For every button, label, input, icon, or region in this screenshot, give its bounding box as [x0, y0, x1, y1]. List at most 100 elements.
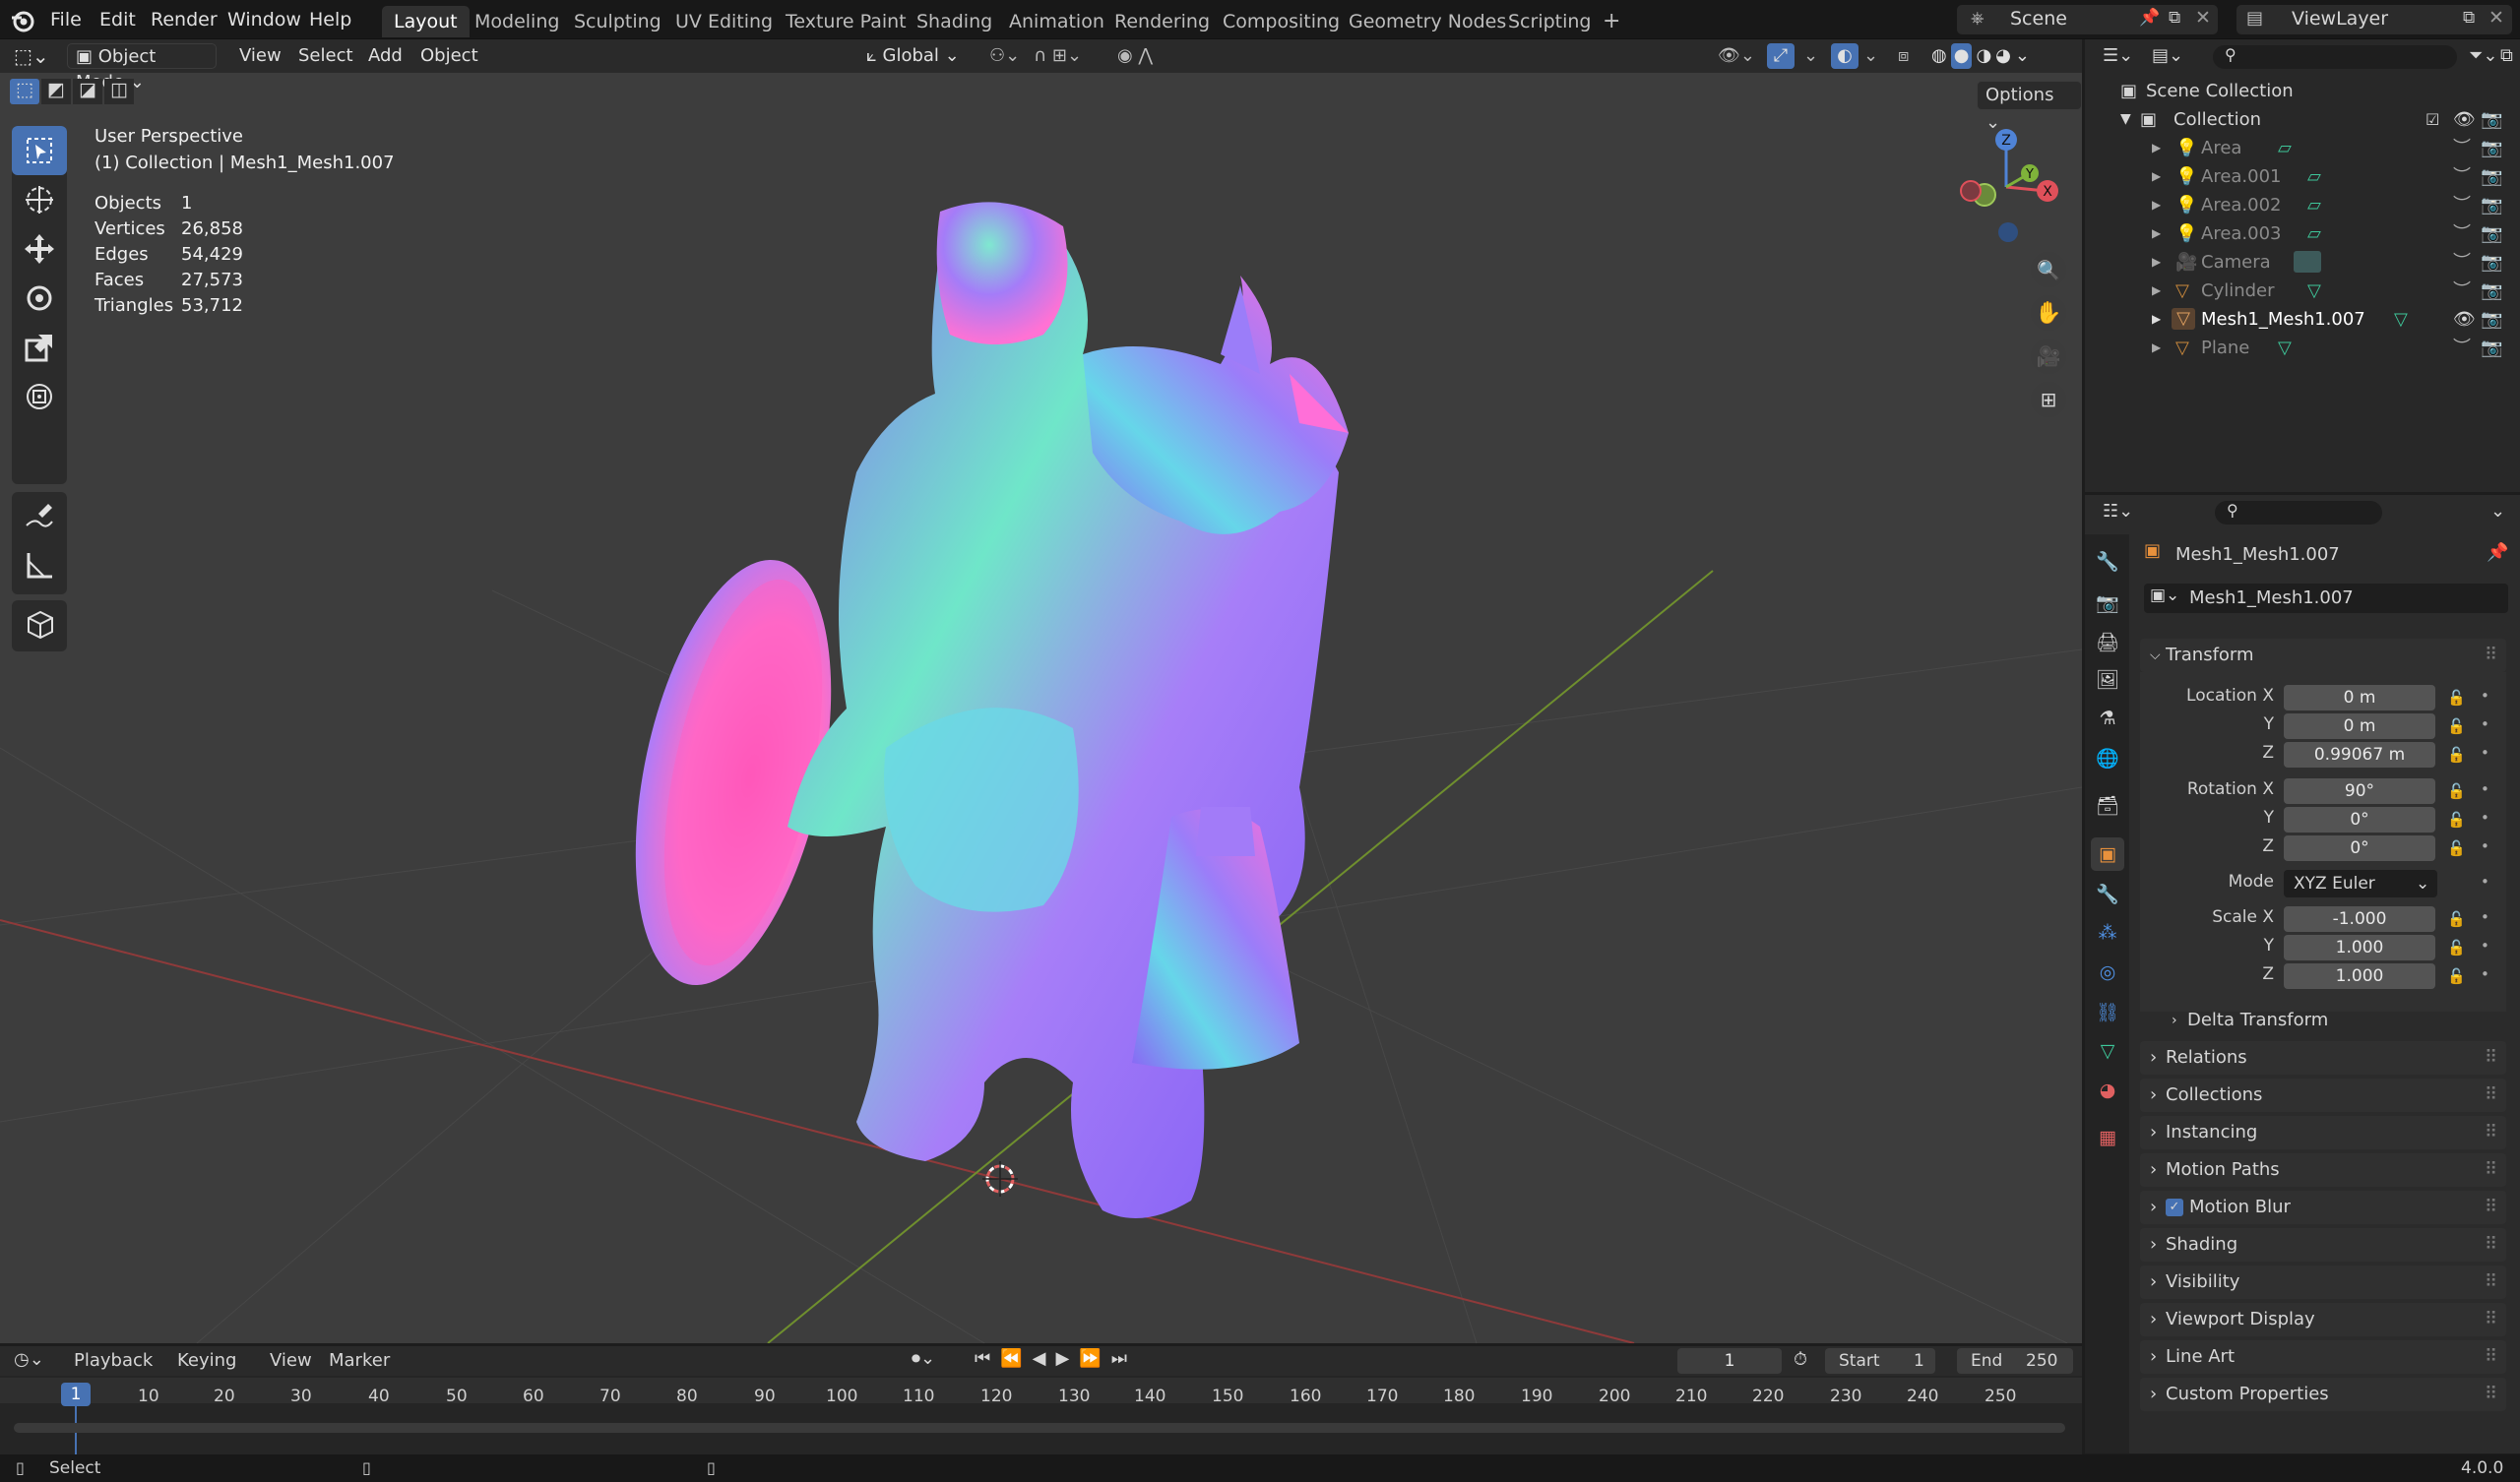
motion-blur-panel[interactable]: › ✓ Motion Blur ⠿: [2140, 1191, 2506, 1224]
tab-uv-editing[interactable]: UV Editing: [663, 6, 785, 37]
drag-handle-icon[interactable]: ⠿: [2485, 1266, 2497, 1299]
visibility-icon[interactable]: 👁⌄: [1718, 43, 1755, 69]
menu-view[interactable]: View: [239, 43, 282, 69]
rendered-shading-icon[interactable]: ◕: [1995, 43, 2011, 69]
drag-handle-icon[interactable]: ⠿: [2485, 639, 2497, 672]
outliner-row-scene-collection[interactable]: ▣ Scene Collection: [2085, 77, 2520, 105]
camera-icon[interactable]: 📷: [2481, 134, 2502, 162]
keyframe-dot-icon[interactable]: •: [2481, 715, 2489, 733]
overlay-dropdown-icon[interactable]: ⌄: [1863, 43, 1878, 69]
jump-keyframe-forward-icon[interactable]: ⏩: [1079, 1348, 1101, 1374]
rotate-tool-icon[interactable]: [12, 274, 67, 323]
camera-icon[interactable]: 📷: [2481, 248, 2502, 277]
move-tool-icon[interactable]: [12, 224, 67, 274]
tool-tab-icon[interactable]: 🔧: [2091, 544, 2124, 578]
tab-modeling[interactable]: Modeling: [463, 6, 571, 37]
zoom-icon[interactable]: 🔍: [2031, 252, 2066, 287]
rotation-mode-dropdown[interactable]: XYZ Euler ⌄: [2284, 870, 2437, 897]
select-subtract-icon[interactable]: ◪: [73, 79, 102, 104]
eye-icon[interactable]: 👁: [2453, 105, 2476, 134]
lock-icon[interactable]: 🔓: [2447, 939, 2466, 957]
drag-handle-icon[interactable]: ⠿: [2485, 1340, 2497, 1374]
expand-icon[interactable]: ▼: [2120, 105, 2131, 134]
scale-tool-icon[interactable]: [12, 323, 67, 372]
viewport-scene[interactable]: [0, 39, 2082, 1343]
tab-sculpting[interactable]: Sculpting: [562, 6, 673, 37]
gizmo-toggle-icon[interactable]: ⤢: [1767, 43, 1795, 69]
camera-icon[interactable]: 📷: [2481, 162, 2502, 191]
location-x-field[interactable]: 0 m: [2284, 685, 2435, 710]
editor-type-icon[interactable]: ⬚⌄: [14, 43, 57, 69]
solid-shading-icon[interactable]: ●: [1950, 43, 1973, 69]
rotation-x-field[interactable]: 90°: [2284, 778, 2435, 804]
modifier-tab-icon[interactable]: 🔧: [2091, 877, 2124, 910]
filter-icon[interactable]: ⏷⌄: [2469, 45, 2497, 66]
expand-icon[interactable]: ▶: [2152, 219, 2161, 248]
particles-tab-icon[interactable]: ⁂: [2091, 916, 2124, 950]
eye-closed-icon[interactable]: ︶: [2453, 191, 2471, 219]
stopwatch-icon[interactable]: ⏱: [1794, 1349, 1807, 1370]
blender-logo-icon[interactable]: [10, 8, 35, 33]
wireframe-shading-icon[interactable]: ◍: [1931, 43, 1947, 69]
play-reverse-icon[interactable]: ◀: [1033, 1348, 1046, 1374]
outliner-row-collection[interactable]: ▼ ▣ Collection ☑ 👁 📷: [2085, 105, 2520, 134]
select-extend-icon[interactable]: ◩: [41, 79, 71, 104]
drag-handle-icon[interactable]: ⠿: [2485, 1228, 2497, 1262]
tab-animation[interactable]: Animation: [997, 6, 1116, 37]
drag-handle-icon[interactable]: ⠿: [2485, 1116, 2497, 1149]
record-icon[interactable]: ⏺⌄: [912, 1348, 935, 1369]
pan-hand-icon[interactable]: ✋: [2031, 295, 2066, 331]
outliner-row-mesh1[interactable]: ▶ ▽ Mesh1_Mesh1.007 ▽ 👁 📷: [2085, 305, 2520, 334]
material-tab-icon[interactable]: ◕: [2091, 1074, 2124, 1107]
annotate-tool-icon[interactable]: [12, 492, 67, 541]
jump-end-icon[interactable]: ⏭: [1111, 1348, 1127, 1374]
lock-icon[interactable]: 🔓: [2447, 689, 2466, 707]
outliner-row-camera[interactable]: ▶ 🎥 Camera ︶ 📷: [2085, 248, 2520, 277]
lock-icon[interactable]: 🔓: [2447, 746, 2466, 764]
motion-paths-panel[interactable]: › Motion Paths ⠿: [2140, 1153, 2506, 1187]
current-frame-field[interactable]: 1: [1677, 1348, 1782, 1374]
chevron-down-icon[interactable]: ⌄: [2490, 501, 2505, 522]
3d-cursor-icon[interactable]: [982, 1161, 1018, 1197]
location-y-field[interactable]: 0 m: [2284, 713, 2435, 739]
select-invert-icon[interactable]: ◫: [104, 79, 134, 104]
play-icon[interactable]: ▶: [1055, 1348, 1069, 1374]
xray-icon[interactable]: ⧈: [1898, 43, 1909, 69]
camera-view-icon[interactable]: 🎥: [2031, 339, 2066, 374]
visibility-panel[interactable]: › Visibility ⠿: [2140, 1266, 2506, 1299]
properties-search-input[interactable]: ⚲: [2215, 501, 2382, 525]
start-frame-field[interactable]: Start 1: [1825, 1348, 1935, 1374]
menu-playback[interactable]: Playback: [74, 1350, 153, 1371]
close-icon[interactable]: ✕: [2488, 7, 2504, 29]
object-name-field[interactable]: ▣⌄ Mesh1_Mesh1.007: [2144, 584, 2508, 613]
jump-start-icon[interactable]: ⏮: [975, 1348, 990, 1374]
tab-shading[interactable]: Shading: [905, 6, 1004, 37]
jump-keyframe-back-icon[interactable]: ⏪: [1000, 1348, 1022, 1374]
shading-options-icon[interactable]: ⌄: [2015, 43, 2030, 69]
orientation-dropdown[interactable]: ⟀ Global ⌄: [866, 43, 976, 69]
object-type-icon[interactable]: ▣⌄: [2150, 586, 2179, 605]
eye-closed-icon[interactable]: ︶: [2453, 248, 2471, 277]
timeline-scrollbar[interactable]: [14, 1423, 2065, 1433]
tab-geometry-nodes[interactable]: Geometry Nodes: [1337, 6, 1518, 37]
lock-icon[interactable]: 🔓: [2447, 811, 2466, 829]
delta-transform-subpanel[interactable]: › Delta Transform: [2166, 1005, 2500, 1036]
constraints-tab-icon[interactable]: ⛓: [2091, 995, 2124, 1028]
material-shading-icon[interactable]: ◑: [1976, 43, 1991, 69]
eye-closed-icon[interactable]: ︶: [2453, 334, 2471, 362]
instancing-panel[interactable]: › Instancing ⠿: [2140, 1116, 2506, 1149]
transform-tool-icon[interactable]: [12, 372, 67, 421]
select-box-icon[interactable]: [12, 126, 67, 175]
menu-render[interactable]: Render: [151, 6, 218, 33]
scale-z-field[interactable]: 1.000: [2284, 963, 2435, 989]
timeline-editor-icon[interactable]: ◷⌄: [14, 1349, 44, 1370]
outliner-row-cylinder[interactable]: ▶ ▽ Cylinder ▽ ︶ 📷: [2085, 277, 2520, 305]
output-tab-icon[interactable]: 🖨: [2091, 625, 2124, 658]
scale-y-field[interactable]: 1.000: [2284, 935, 2435, 960]
expand-icon[interactable]: ▶: [2152, 334, 2161, 362]
pin-icon[interactable]: 📌: [2487, 542, 2508, 563]
outliner-row-area-001[interactable]: ▶ 💡 Area.001 ▱ ︶ 📷: [2085, 162, 2520, 191]
drag-handle-icon[interactable]: ⠿: [2485, 1153, 2497, 1187]
add-workspace-button[interactable]: +: [1591, 6, 1632, 37]
new-collection-icon[interactable]: ⧉: [2500, 45, 2513, 66]
